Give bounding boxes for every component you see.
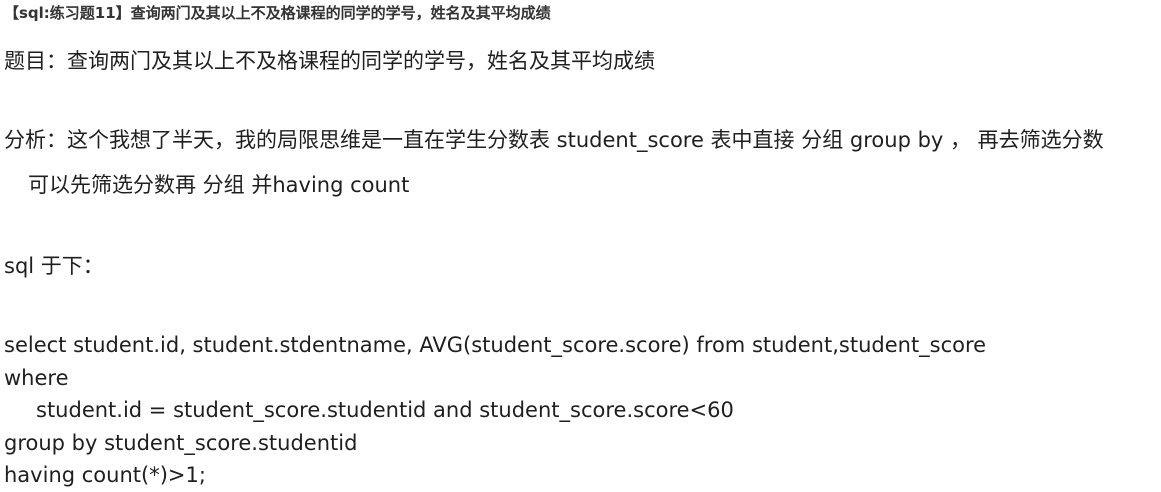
code-line-group-by: group by student_score.studentid [4,431,358,455]
article-title: 【sql:练习题11】查询两门及其以上不及格课程的同学的学号，姓名及其平均成绩 [4,4,551,22]
code-line-select: select student.id, student.stdentname, A… [4,333,987,357]
question-text: 题目：查询两门及其以上不及格课程的同学的学号，姓名及其平均成绩 [4,49,655,73]
analysis-line-2: 可以先筛选分数再 分组 并having count [28,173,410,197]
code-line-condition: student.id = student_score.studentid and… [36,398,734,422]
analysis-line-1: 分析：这个我想了半天，我的局限思维是一直在学生分数表 student_score… [4,128,1104,152]
sql-label: sql 于下： [4,254,104,278]
code-line-where: where [4,366,69,390]
code-line-having: having count(*)>1; [4,463,206,487]
